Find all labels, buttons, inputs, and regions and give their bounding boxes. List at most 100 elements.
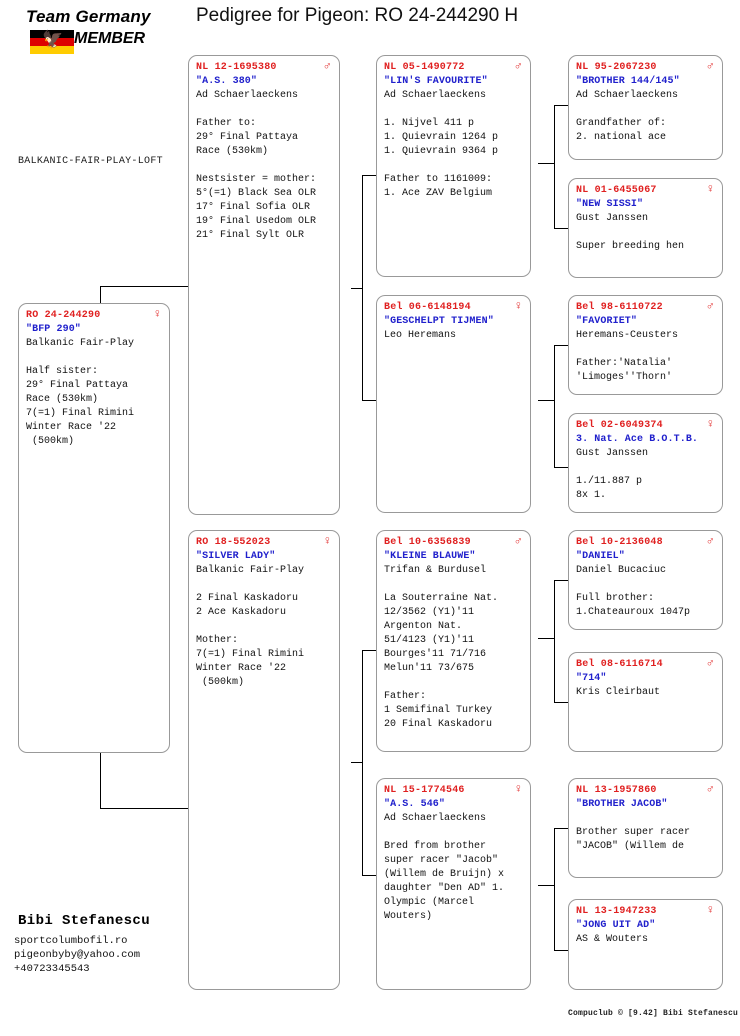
pigeon-box-ggp-6[interactable]: Bel 08-6116714 ♂ "714" Kris Cleirbaut [568,652,723,752]
ring-number: RO 24-244290 [26,310,101,321]
nickname: "FAVORIET" [576,316,638,327]
ring-number: NL 13-1947233 [576,906,657,917]
connector-g2d-bot [554,950,568,951]
page-title: Pedigree for Pigeon: RO 24-244290 H [196,5,519,26]
notes: La Souterraine Nat. 12/3562 (Y1)'11 Arge… [384,593,499,730]
sex-symbol-icon: ♀ [323,534,331,548]
connector-g2b-bus [554,345,555,467]
pigeon-box-ggp-8[interactable]: NL 13-1947233 ♀ "JONG UIT AD" AS & Woute… [568,899,723,990]
connector-g2a-bus [554,105,555,228]
connector-g2c-bus [554,580,555,702]
connector-g2a-in [538,163,554,164]
sex-symbol-icon: ♀ [706,903,714,917]
ring-number: Bel 10-6356839 [384,537,471,548]
logo-line2: MEMBER [74,30,146,47]
sex-symbol-icon: ♀ [706,182,714,196]
owner: Daniel Bucaciuc [576,565,667,576]
nickname: "DANIEL" [576,551,625,562]
nickname: 3. Nat. Ace B.O.T.B. [576,434,699,445]
ring-number: Bel 98-6110722 [576,302,663,313]
notes: 1./11.887 p 8x 1. [576,476,643,501]
sex-symbol-icon: ♂ [706,534,714,548]
breeder-phone: +40723345543 [14,963,90,975]
nickname: "BFP 290" [26,324,81,335]
pigeon-box-ggp-3[interactable]: Bel 98-6110722 ♂ "FAVORIET" Heremans-Ceu… [568,295,723,395]
connector-subject-bottom [100,808,188,809]
pigeon-box-subject[interactable]: RO 24-244290 ♀ "BFP 290" Balkanic Fair-P… [18,303,170,753]
team-germany-logo: Team Germany 🦅 MEMBER [14,6,174,56]
owner: Balkanic Fair-Play [26,338,135,349]
pigeon-box-grandfather-maternal[interactable]: Bel 10-6356839 ♂ "KLEINE BLAUWE" Trifan … [376,530,531,752]
sex-symbol-icon: ♂ [514,534,522,548]
nickname: "NEW SISSI" [576,199,644,210]
connector-g2b-bot [554,467,568,468]
breeder-name: Bibi Stefanescu [18,913,151,929]
sex-symbol-icon: ♂ [706,782,714,796]
owner: Gust Janssen [576,213,649,224]
connector-g2a-bot [554,228,568,229]
sex-symbol-icon: ♀ [153,307,161,321]
ring-number: NL 05-1490772 [384,62,465,73]
notes: Super breeding hen [576,241,685,252]
pigeon-box-father[interactable]: NL 12-1695380 ♂ "A.S. 380" Ad Schaerlaec… [188,55,340,515]
owner: Heremans-Ceusters [576,330,679,341]
connector-g1b-bus [362,650,363,875]
pigeon-box-ggp-5[interactable]: Bel 10-2136048 ♂ "DANIEL" Daniel Bucaciu… [568,530,723,630]
pedigree-page: Team Germany 🦅 MEMBER Pedigree for Pigeo… [0,0,740,1036]
pigeon-box-grandmother-maternal[interactable]: NL 15-1774546 ♀ "A.S. 546" Ad Schaerlaec… [376,778,531,990]
nickname: "KLEINE BLAUWE" [384,551,476,562]
eagle-icon: 🦅 [42,32,64,51]
nickname: "LIN'S FAVOURITE" [384,76,488,87]
ring-number: Bel 08-6116714 [576,659,663,670]
connector-g1a-bot [362,400,376,401]
owner: Leo Heremans [384,330,457,341]
ring-number: RO 18-552023 [196,537,271,548]
notes: Bred from brother super racer "Jacob" (W… [384,841,505,922]
nickname: "JONG UIT AD" [576,920,656,931]
pigeon-box-ggp-7[interactable]: NL 13-1957860 ♂ "BROTHER JACOB" Brother … [568,778,723,878]
pigeon-box-ggp-2[interactable]: NL 01-6455067 ♀ "NEW SISSI" Gust Janssen… [568,178,723,278]
sex-symbol-icon: ♀ [514,299,522,313]
sex-symbol-icon: ♂ [706,299,714,313]
connector-g2c-bot [554,702,568,703]
nickname: "A.S. 380" [196,76,258,87]
connector-g1a-in [351,288,362,289]
pigeon-box-ggp-1[interactable]: NL 95-2067230 ♂ "BROTHER 144/145" Ad Sch… [568,55,723,160]
ring-number: NL 01-6455067 [576,185,657,196]
ring-number: Bel 02-6049374 [576,420,663,431]
notes: 1. Nijvel 411 p 1. Quievrain 1264 p 1. Q… [384,118,499,199]
connector-g2c-top [554,580,568,581]
connector-g2d-top [554,828,568,829]
owner: Ad Schaerlaeckens [384,90,487,101]
connector-g1b-in [351,762,362,763]
nickname: "SILVER LADY" [196,551,276,562]
pigeon-box-grandmother-paternal[interactable]: Bel 06-6148194 ♀ "GESCHELPT TIJMEN" Leo … [376,295,531,513]
breeder-email: pigeonbyby@yahoo.com [14,949,141,961]
connector-g1b-bot [362,875,376,876]
notes: Brother super racer "JACOB" (Willem de [576,827,691,852]
nickname: "714" [576,673,607,684]
sex-symbol-icon: ♂ [323,59,331,73]
nickname: "BROTHER 144/145" [576,76,680,87]
ring-number: Bel 06-6148194 [384,302,471,313]
pigeon-box-mother[interactable]: RO 18-552023 ♀ "SILVER LADY" Balkanic Fa… [188,530,340,990]
ring-number: NL 13-1957860 [576,785,657,796]
connector-g2a-top [554,105,568,106]
notes: Father:'Natalia' 'Limoges''Thorn' [576,358,673,383]
pigeon-box-grandfather-paternal[interactable]: NL 05-1490772 ♂ "LIN'S FAVOURITE" Ad Sch… [376,55,531,277]
sex-symbol-icon: ♂ [706,656,714,670]
breeder-contact: sportcolumbofil.ro pigeonbyby@yahoo.com … [14,934,140,976]
nickname: "GESCHELPT TIJMEN" [384,316,494,327]
notes: 2 Final Kaskadoru 2 Ace Kaskadoru Mother… [196,593,305,688]
connector-g2c-in [538,638,554,639]
nickname: "BROTHER JACOB" [576,799,668,810]
owner: Ad Schaerlaeckens [576,90,679,101]
pigeon-box-ggp-4[interactable]: Bel 02-6049374 ♀ 3. Nat. Ace B.O.T.B. Gu… [568,413,723,513]
connector-subject-top [100,286,188,287]
owner: Kris Cleirbaut [576,687,661,698]
notes: Full brother: 1.Chateauroux 1047p [576,593,691,618]
sex-symbol-icon: ♀ [514,782,522,796]
connector-g2b-in [538,400,554,401]
sex-symbol-icon: ♂ [514,59,522,73]
connector-g1b-top [362,650,376,651]
